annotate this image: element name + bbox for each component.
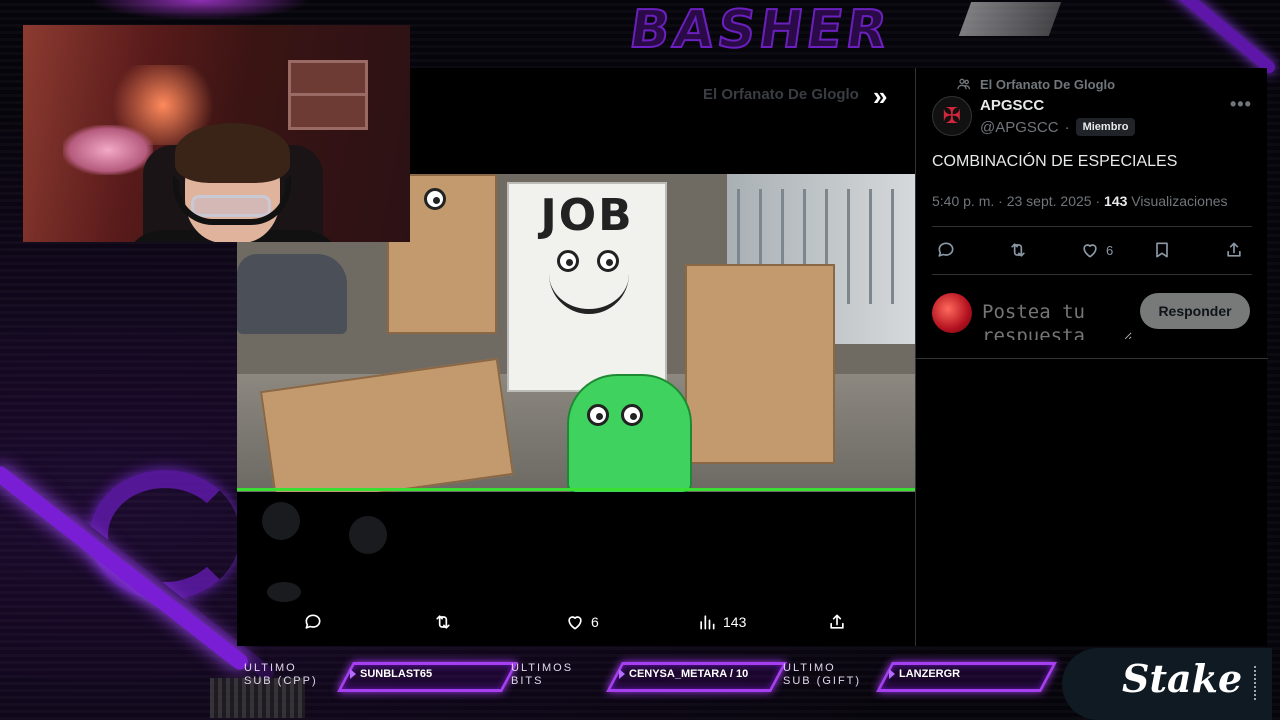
slot2-value: CENYSA_METARA / 10 [619,668,748,680]
webcam-person-hair [175,123,290,183]
reply-icon [303,612,323,632]
play-triangle-icon [619,669,625,679]
detail-like-action[interactable]: 6 [1080,240,1113,260]
stream-alerts-bar: ULTIMO SUB (CPP) SUNBLAST65 ULTIMOS BITS C… [0,648,1280,720]
cardboard-face-costume [685,264,835,464]
brush-stroke-decoration [958,2,1062,36]
berserk-mark-icon: ✠ [942,103,962,128]
views-count: 143 [723,614,747,630]
bookmark-icon [1152,240,1172,260]
divider [932,274,1252,275]
tweet-meta: 5:40 p. m. · 23 sept. 2025 · 143 Visuali… [932,193,1228,209]
detail-repost-action[interactable] [1008,240,1028,260]
job-box-costume: JOB [507,182,667,392]
cardboard-eye [424,188,446,210]
slot1-label: ULTIMO SUB (CPP) [244,662,318,687]
divider [916,358,1268,359]
ghost-community-label: El Orfanato De Gloglo [703,86,859,103]
sponsor-badge: Stake [1062,648,1272,720]
green-costume [567,374,692,492]
video-progress-fill [237,488,915,491]
reply-button[interactable]: Responder [1140,293,1250,329]
reply-icon [936,240,956,260]
tweet-text: COMBINACIÓN DE ESPECIALES [932,153,1178,170]
tweet-date[interactable]: 23 sept. 2025 [1007,193,1092,209]
bar-chart-icon [697,612,717,632]
slot3-value: LANZERGR [889,668,960,680]
like-action[interactable]: 6 [565,612,599,632]
stream-overlay: BASHER El Orfanato De Gloglo » JOB 6 143… [0,0,1280,720]
green-costume-eye-right [621,404,643,426]
ghost-reply-avatar-2 [267,582,301,602]
webcam-plush-toys [63,125,153,175]
play-triangle-icon [889,669,895,679]
tweet-time[interactable]: 5:40 p. m. [932,193,994,209]
slot1-value: SUNBLAST65 [350,668,432,680]
streamer-webcam [23,25,410,242]
share-icon [1224,240,1244,260]
sponsor-logo: Stake [1122,656,1243,701]
community-name: El Orfanato De Gloglo [980,76,1116,92]
author-handle[interactable]: @APGSCC [980,119,1059,136]
webcam-person-headset [173,175,291,225]
author-name[interactable]: APGSCC [980,97,1044,114]
reply-input[interactable] [982,300,1132,340]
handle-separator: · [1064,118,1070,136]
detail-share-action[interactable] [1224,240,1244,260]
detail-reply-action[interactable] [936,240,956,260]
tweet-detail-sidebar: El Orfanato De Gloglo ✠ APGSCC @APGSCC ·… [915,68,1268,646]
video-progress-bar[interactable] [237,488,915,491]
job-box-eye-left [557,250,579,272]
views-action[interactable]: 143 [697,612,746,632]
heart-icon [1080,240,1100,260]
current-user-avatar [932,293,972,333]
brand-watermark: BASHER [625,0,896,61]
repost-icon [1008,240,1028,260]
author-handle-row: @APGSCC · Miembro [980,118,1136,136]
author-avatar[interactable]: ✠ [932,96,972,136]
faded-replies-area [237,492,915,602]
share-action[interactable] [827,612,847,632]
tweet-views-count: 143 [1104,193,1128,209]
divider [932,226,1252,227]
more-options-icon[interactable]: ••• [1230,94,1252,115]
double-chevron-right-icon[interactable]: » [873,83,895,109]
webcam-shelf [288,60,368,130]
people-icon [956,76,972,92]
tweet-views-label: Visualizaciones [1131,193,1228,209]
community-line[interactable]: El Orfanato De Gloglo [956,76,1115,92]
play-triangle-icon [350,669,356,679]
job-box-smile [549,274,629,314]
detail-action-bar: 6 [932,238,1252,264]
fireworks-decoration [90,0,310,20]
tweet-action-bar: 6 143 [237,602,915,646]
slot3-label: ULTIMO SUB (GIFT) [783,662,862,687]
detail-bookmark-action[interactable] [1152,240,1172,260]
ghost-compose-avatar [262,502,300,540]
neon-swirl-decoration [90,470,240,600]
video-car [237,254,347,334]
job-box-lettering: JOB [540,190,634,241]
repost-action[interactable] [433,612,453,632]
green-costume-eye-left [587,404,609,426]
repost-icon [433,612,453,632]
sponsor-dots-decoration [1254,666,1258,700]
slot2-label: ULTIMOS BITS [511,662,574,687]
detail-like-count: 6 [1106,242,1114,258]
neon-streak-top [1162,0,1278,76]
job-box-eye-right [597,250,619,272]
member-badge: Miembro [1075,118,1136,136]
like-count: 6 [591,614,599,630]
reply-action[interactable] [303,612,323,632]
heart-icon [565,612,585,632]
ghost-reply-avatar [349,516,387,554]
share-icon [827,612,847,632]
